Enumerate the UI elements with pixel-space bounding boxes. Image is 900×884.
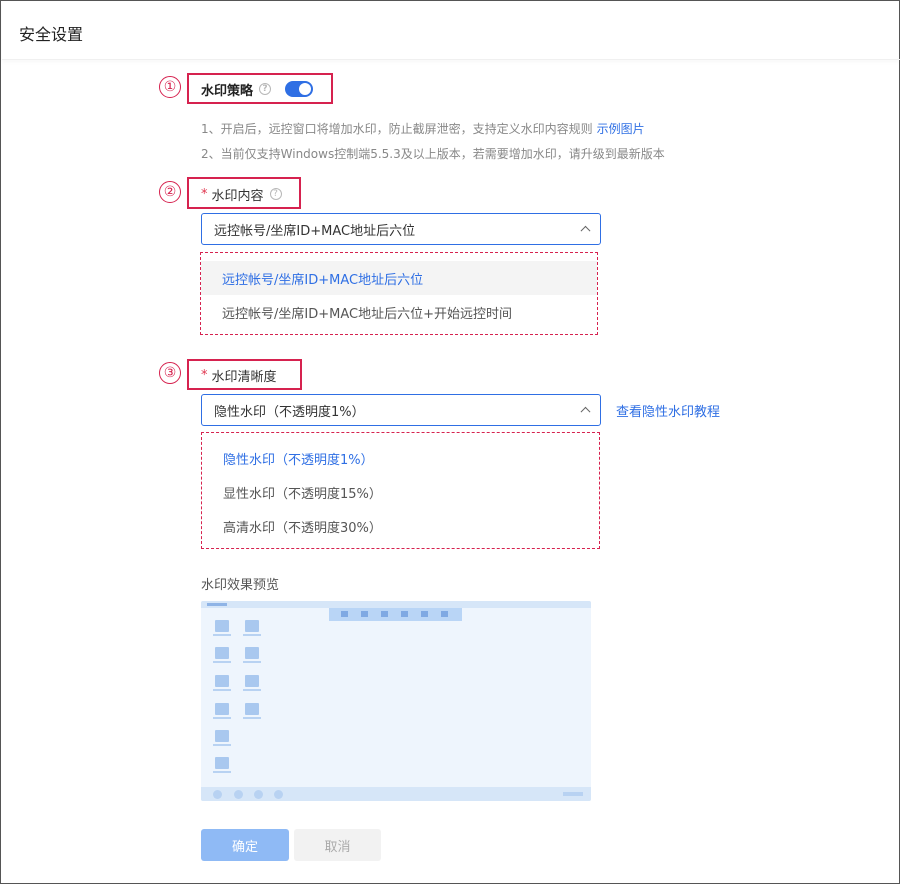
watermark-policy-toggle[interactable] xyxy=(285,81,313,97)
watermark-clarity-dropdown: 隐性水印（不透明度1%） 显性水印（不透明度15%） 高清水印（不透明度30%） xyxy=(201,432,600,549)
step-marker-1: ① xyxy=(159,76,181,98)
help-icon[interactable]: ? xyxy=(269,188,282,200)
hidden-watermark-tutorial-link[interactable]: 查看隐性水印教程 xyxy=(616,401,720,420)
page-title: 安全设置 xyxy=(19,25,84,44)
confirm-button[interactable]: 确定 xyxy=(201,829,289,861)
required-marker: * xyxy=(201,186,208,202)
watermark-content-label: * 水印内容 ? xyxy=(201,185,282,204)
policy-note-2: 2、当前仅支持Windows控制端5.5.3及以上版本，若需要增加水印，请升级到… xyxy=(201,145,665,162)
watermark-content-select[interactable]: 远控帐号/坐席ID+MAC地址后六位 xyxy=(201,213,601,245)
preview-desktop-icon xyxy=(245,675,259,687)
watermark-content-dropdown: 远控帐号/坐席ID+MAC地址后六位 远控帐号/坐席ID+MAC地址后六位+开始… xyxy=(200,252,598,335)
preview-label: 水印效果预览 xyxy=(201,578,280,593)
watermark-content-value: 远控帐号/坐席ID+MAC地址后六位 xyxy=(214,223,416,239)
preview-desktop-icon xyxy=(215,647,229,659)
watermark-content-text: 水印内容 xyxy=(211,188,264,204)
required-marker: * xyxy=(201,367,208,383)
chevron-up-icon xyxy=(580,225,591,236)
watermark-clarity-label: * 水印清晰度 xyxy=(201,366,277,385)
policy-note-1: 1、开启后，远控窗口将增加水印，防止截屏泄密，支持定义水印内容规则 示例图片 xyxy=(201,120,645,137)
preview-desktop-icon xyxy=(215,675,229,687)
page-header: 安全设置 xyxy=(2,2,900,60)
watermark-clarity-text: 水印清晰度 xyxy=(211,369,277,385)
content-option[interactable]: 远控帐号/坐席ID+MAC地址后六位+开始远控时间 xyxy=(201,295,597,329)
watermark-policy-label: 水印策略 ? xyxy=(201,80,272,99)
toggle-knob xyxy=(299,83,311,95)
clarity-option[interactable]: 高清水印（不透明度30%） xyxy=(202,509,599,543)
policy-note-2-text: 2、当前仅支持Windows控制端5.5.3及以上版本，若需要增加水印，请升级到… xyxy=(201,147,665,161)
preview-desktop-icon xyxy=(215,703,229,715)
watermark-clarity-select[interactable]: 隐性水印（不透明度1%） xyxy=(201,394,601,426)
example-image-link[interactable]: 示例图片 xyxy=(597,122,645,136)
step-marker-2: ② xyxy=(159,181,181,203)
preview-desktop-icon xyxy=(215,620,229,632)
step-marker-3: ③ xyxy=(159,362,181,384)
preview-desktop-icon xyxy=(245,620,259,632)
preview-desktop-icon xyxy=(245,647,259,659)
chevron-up-icon xyxy=(580,406,591,417)
policy-note-1-text: 1、开启后，远控窗口将增加水印，防止截屏泄密，支持定义水印内容规则 xyxy=(201,122,593,136)
settings-window: 安全设置 ① 水印策略 ? 1、开启后，远控窗口将增加水印，防止截屏泄密，支持定… xyxy=(0,0,900,884)
watermark-preview xyxy=(201,601,591,801)
clarity-option[interactable]: 隐性水印（不透明度1%） xyxy=(202,441,599,475)
preview-desktop-icon xyxy=(245,703,259,715)
preview-titlebar xyxy=(201,601,591,608)
preview-toolbar xyxy=(329,608,462,621)
clarity-option[interactable]: 显性水印（不透明度15%） xyxy=(202,475,599,509)
preview-taskbar xyxy=(201,787,591,801)
preview-desktop-icon xyxy=(215,730,229,742)
cancel-button[interactable]: 取消 xyxy=(294,829,381,861)
watermark-policy-text: 水印策略 xyxy=(201,83,254,99)
watermark-clarity-value: 隐性水印（不透明度1%） xyxy=(214,404,365,420)
help-icon[interactable]: ? xyxy=(259,83,272,95)
content-option[interactable]: 远控帐号/坐席ID+MAC地址后六位 xyxy=(201,261,597,295)
preview-desktop-icon xyxy=(215,757,229,769)
